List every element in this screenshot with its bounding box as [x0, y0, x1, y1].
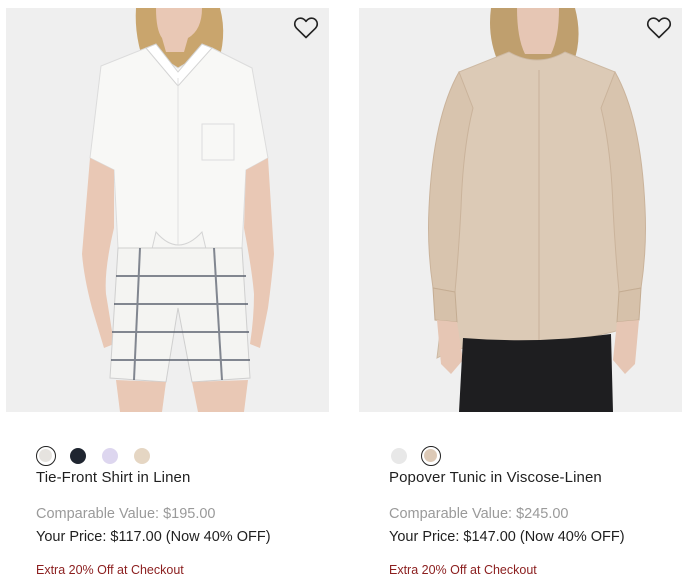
- heart-outline-icon: [293, 17, 319, 39]
- swatch-color: [39, 449, 52, 462]
- color-swatch[interactable]: [389, 446, 409, 466]
- promo-text: Extra 20% Off at Checkout: [389, 563, 537, 577]
- wishlist-button[interactable]: [293, 16, 319, 40]
- color-swatch[interactable]: [36, 446, 56, 466]
- promo-text: Extra 20% Off at Checkout: [36, 563, 184, 577]
- color-swatch[interactable]: [132, 446, 152, 466]
- swatch-color: [134, 448, 150, 464]
- model-photo: [359, 8, 682, 412]
- swatch-list: [389, 446, 469, 468]
- wishlist-button[interactable]: [646, 16, 672, 40]
- swatch-color: [70, 448, 86, 464]
- swatch-list: [36, 446, 176, 468]
- comparable-value: Comparable Value: $195.00: [36, 506, 216, 522]
- your-price: Your Price: $117.00 (Now 40% OFF): [36, 529, 271, 545]
- product-grid: Tie-Front Shirt in Linen Comparable Valu…: [0, 0, 688, 582]
- your-price: Your Price: $147.00 (Now 40% OFF): [389, 529, 625, 545]
- color-swatch[interactable]: [100, 446, 120, 466]
- swatch-color: [391, 448, 407, 464]
- swatch-color: [102, 448, 118, 464]
- color-swatch[interactable]: [68, 446, 88, 466]
- heart-outline-icon: [646, 17, 672, 39]
- color-swatch[interactable]: [421, 446, 441, 466]
- product-card[interactable]: [6, 8, 329, 412]
- product-name[interactable]: Tie-Front Shirt in Linen: [36, 469, 190, 486]
- product-name[interactable]: Popover Tunic in Viscose-Linen: [389, 469, 602, 486]
- product-card[interactable]: [359, 8, 682, 412]
- product-image[interactable]: [6, 8, 329, 412]
- comparable-value: Comparable Value: $245.00: [389, 506, 569, 522]
- model-photo: [6, 8, 329, 412]
- product-image[interactable]: [359, 8, 682, 412]
- swatch-color: [424, 449, 437, 462]
